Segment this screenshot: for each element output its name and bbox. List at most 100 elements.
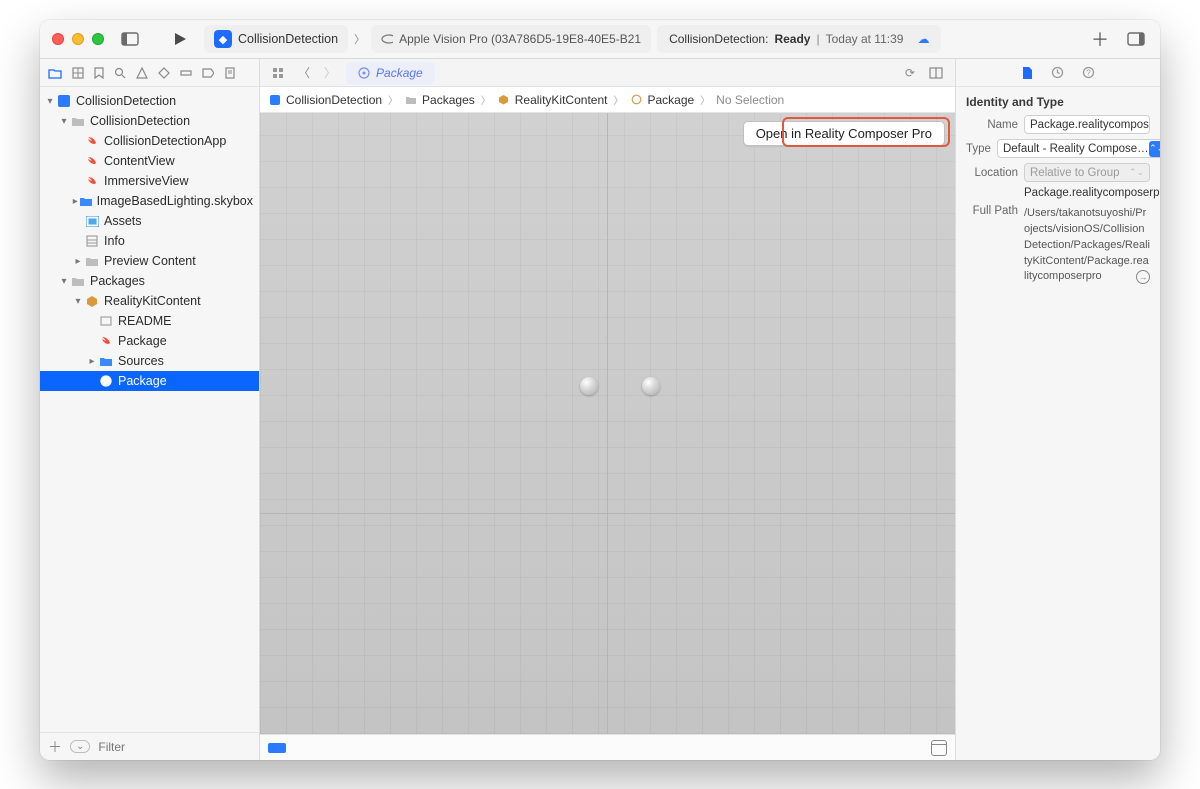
type-selector[interactable]: Default - Reality Compose… ⌃⌄ [997,139,1160,158]
markdown-icon [98,313,114,329]
crumb[interactable]: Packages [422,93,475,107]
debug-navigator-tab[interactable] [180,67,192,79]
bookmark-navigator-tab[interactable] [94,67,104,79]
name-field[interactable]: Package.realitycomposerpro [1024,115,1150,134]
tree-root[interactable]: ▾ CollisionDetection [40,91,259,111]
scheme-separator: 〉 [354,31,365,47]
tree-label: Sources [118,354,164,368]
history-inspector-tab[interactable] [1051,66,1064,79]
tree-label: ImageBasedLighting.skybox [97,194,253,208]
tree-label: Assets [104,214,142,228]
project-navigator-tab[interactable] [48,67,62,79]
realitycomposer-icon [98,373,114,389]
tree-swift-file[interactable]: ImmersiveView [40,171,259,191]
crumb[interactable]: CollisionDetection [286,93,382,107]
editor: 〈 〉 Package ⟳ [260,59,955,760]
package-icon [84,293,100,309]
tree-label: Package [118,374,167,388]
issue-navigator-tab[interactable] [136,67,148,79]
tree-folder-sources[interactable]: ▸ Sources [40,351,259,371]
svg-text:?: ? [1086,69,1091,78]
filter-field[interactable] [98,740,253,754]
folder-icon [404,93,418,107]
open-in-reality-composer-pro-button[interactable]: Open in Reality Composer Pro [743,121,945,146]
tree-swift-file[interactable]: ContentView [40,151,259,171]
tree-package-rkc[interactable]: ▾ RealityKitContent [40,291,259,311]
tree-label: CollisionDetection [90,114,190,128]
add-file-button[interactable]: ＋ [48,737,62,757]
minimize-window-button[interactable] [72,33,84,45]
tree-assets[interactable]: Assets [40,211,259,231]
reveal-in-finder-button[interactable]: → [1136,270,1150,284]
tree-readme[interactable]: README [40,311,259,331]
tree-package-rcp[interactable]: Package [40,371,259,391]
activity-view[interactable]: CollisionDetection: Ready | Today at 11:… [657,25,941,53]
help-inspector-tab[interactable]: ? [1082,66,1095,79]
source-control-navigator-tab[interactable] [72,67,84,79]
xcode-window: ◆ CollisionDetection 〉 Apple Vision Pro … [40,20,1160,760]
package-icon [497,93,511,107]
tree-swift-file[interactable]: CollisionDetectionApp [40,131,259,151]
forward-button[interactable]: 〉 [320,64,340,81]
run-destination[interactable]: Apple Vision Pro (03A786D5-19E8-40E5-B21 [371,25,651,53]
jump-bar[interactable]: CollisionDetection 〉 Packages 〉 RealityK… [260,87,955,113]
toggle-inspector-button[interactable] [1122,25,1150,53]
scene-entity-sphere[interactable] [642,377,660,395]
3d-viewport[interactable]: Open in Reality Composer Pro [260,113,955,734]
test-navigator-tab[interactable] [158,67,170,79]
chevron-updown-icon: ⌃⌄ [1129,167,1144,178]
scheme-selector[interactable]: ◆ CollisionDetection [204,25,348,53]
location-selector[interactable]: Relative to Group ⌃⌄ [1024,163,1150,182]
visionpro-icon [381,34,393,44]
toggle-navigator-button[interactable] [116,25,144,53]
tree-info[interactable]: Info [40,231,259,251]
navigator: ▾ CollisionDetection ▾ CollisionDetectio… [40,59,260,760]
folder-icon [79,193,93,209]
report-navigator-tab[interactable] [224,67,236,79]
traffic-lights [40,33,116,45]
tree-label: ContentView [104,154,175,168]
scene-entity-sphere[interactable] [580,377,598,395]
tree-label: CollisionDetectionApp [104,134,226,148]
tree-folder-preview[interactable]: ▸ Preview Content [40,251,259,271]
crumb[interactable]: RealityKitContent [515,93,608,107]
assets-icon [84,213,100,229]
toggle-debug-area-button[interactable] [931,740,947,756]
titlebar: ◆ CollisionDetection 〉 Apple Vision Pro … [40,20,1160,59]
file-inspector-tab[interactable] [1022,66,1033,80]
folder-icon [98,353,114,369]
tree-folder-skybox[interactable]: ▸ ImageBasedLighting.skybox [40,191,259,211]
editor-tab[interactable]: Package [346,62,435,84]
cloud-icon: ☁︎ [917,32,929,46]
related-items-button[interactable] [268,67,288,79]
crumb[interactable]: Package [647,93,694,107]
add-button[interactable]: ＋ [1086,25,1114,53]
zoom-window-button[interactable] [92,33,104,45]
back-button[interactable]: 〈 [294,64,314,81]
run-button[interactable] [166,25,194,53]
navigator-filter-bar: ＋ ⌄ [40,732,259,760]
swift-icon [84,153,100,169]
folder-icon [70,113,86,129]
status-state: Ready [774,32,810,46]
swift-icon [84,173,100,189]
type-label: Type [966,143,991,155]
filter-scope-button[interactable]: ⌄ [70,740,90,753]
location-label: Location [966,167,1018,179]
xcodeproj-icon [56,93,72,109]
tree-swift-file[interactable]: Package [40,331,259,351]
project-tree[interactable]: ▾ CollisionDetection ▾ CollisionDetectio… [40,87,259,732]
tree-label: Package [118,334,167,348]
breakpoints-button[interactable] [268,743,286,753]
tree-label: CollisionDetection [76,94,176,108]
editor-options-button[interactable] [925,67,947,79]
section-header: Identity and Type [966,95,1150,109]
refresh-button[interactable]: ⟳ [901,66,919,80]
status-project: CollisionDetection: [669,32,768,46]
tree-label: Packages [90,274,145,288]
close-window-button[interactable] [52,33,64,45]
tree-folder-packages[interactable]: ▾ Packages [40,271,259,291]
find-navigator-tab[interactable] [114,67,126,79]
breakpoint-navigator-tab[interactable] [202,67,214,79]
tree-folder-app[interactable]: ▾ CollisionDetection [40,111,259,131]
